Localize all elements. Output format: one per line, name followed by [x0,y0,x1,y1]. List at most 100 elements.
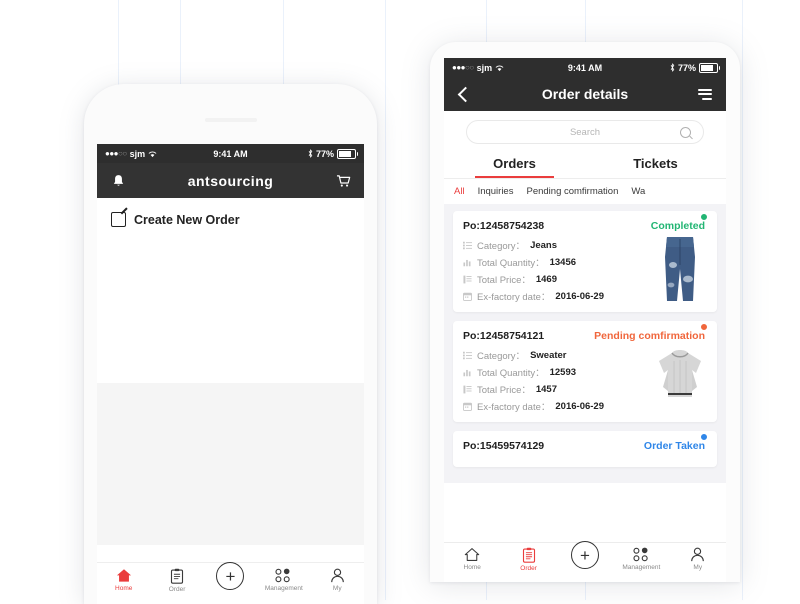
bell-icon[interactable] [109,172,127,190]
price-list-icon [463,385,472,393]
tab-management[interactable]: Management [257,568,310,592]
order-field-price-label: Total Price： [477,385,531,396]
content-placeholder-gray [97,383,364,545]
hamburger-icon [698,88,712,100]
wifi-icon [495,65,504,71]
filter-waiting[interactable]: Wa [631,186,645,197]
bluetooth-icon [670,63,675,72]
tab-management-label: Management [264,585,303,592]
tab-order[interactable]: Order [150,568,203,593]
status-badge-label: Pending comfirmation [594,330,705,342]
plus-icon[interactable]: + [570,541,599,569]
plus-icon[interactable]: + [216,562,245,590]
wifi-icon [148,151,157,157]
search-bar-container: Search [444,111,726,150]
carrier-label: sjm [129,148,146,159]
back-button[interactable] [456,85,474,103]
status-badge: Completed [650,213,708,232]
filter-all[interactable]: All [454,186,465,197]
clipboard-icon [171,568,184,584]
person-icon [691,547,705,562]
sweater-thumbnail [659,350,701,397]
clipboard-icon [522,547,535,563]
brand-logo: antsourcing [187,172,274,189]
grid-icon [275,568,291,583]
guide-line [742,0,743,600]
tab-my-label: My [332,585,342,592]
filter-pending-comfirmation[interactable]: Pending comfirmation [526,186,618,197]
order-card[interactable]: Po:12458754238 Completed Category： Jeans… [453,211,717,312]
signal-strength-icon: ●●●○○ [105,149,127,158]
right-app-bar: Order details [444,77,726,111]
order-field-category-value: Jeans [530,239,557,251]
bar-chart-icon [463,259,471,266]
clock-label: 9:41 AM [567,62,603,73]
grid-icon [633,547,648,562]
earpiece-speaker [204,118,257,122]
right-phone-frame: ●●●○○ sjm 9:41 AM 77% Order details Sear… [430,42,740,582]
price-list-icon [463,275,472,283]
left-phone-frame: ●●●○○ sjm 9:41 AM 77% antsourcing Create… [84,84,377,604]
signal-strength-icon: ●●●○○ [452,63,474,72]
status-badge-label: Order Taken [643,440,705,452]
tab-home[interactable]: Home [97,568,150,592]
order-field-date-label: Ex-factory date： [477,402,551,413]
search-icon[interactable] [680,126,691,138]
order-field-category-label: Category： [477,241,526,252]
tab-add[interactable]: + [204,562,257,590]
tab-tickets[interactable]: Tickets [585,150,726,178]
tab-my[interactable]: My [311,568,364,592]
tab-order-label: Order [168,586,186,593]
create-new-order-label: Create New Order [134,212,240,227]
filter-inquiries[interactable]: Inquiries [478,186,514,197]
guide-line [385,0,386,600]
tab-home[interactable]: Home [444,547,500,571]
page-title: Order details [541,86,629,102]
order-field-quantity-value: 12593 [549,366,577,378]
tab-orders[interactable]: Orders [444,150,585,178]
order-field-date-value: 2016-06-29 [555,400,604,412]
tab-my[interactable]: My [670,547,726,571]
search-placeholder: Search [569,126,601,138]
order-field-category-label: Category： [477,351,526,362]
tab-order[interactable]: Order [500,547,556,572]
order-po-number: Po:12458754238 [463,220,545,232]
search-input[interactable]: Search [466,120,704,144]
status-bar: ●●●○○ sjm 9:41 AM 77% [97,144,364,163]
bluetooth-icon [308,149,313,158]
battery-icon [337,148,358,159]
order-po-number: Po:15459574129 [463,440,545,452]
create-new-order-button[interactable]: Create New Order [97,198,364,241]
left-app-bar: antsourcing [97,163,364,198]
chevron-left-icon [457,86,473,102]
home-icon [464,548,480,561]
calendar-icon [463,402,472,411]
order-field-date-label: Ex-factory date： [477,292,551,303]
jeans-thumbnail [665,237,695,301]
filter-chips: All Inquiries Pending comfirmation Wa [444,179,726,204]
home-icon [116,569,131,582]
menu-button[interactable] [696,85,714,103]
tab-add[interactable]: + [557,541,613,569]
calendar-icon [463,292,472,301]
status-badge-label: Completed [650,220,705,232]
order-card[interactable]: Po:15459574129 Order Taken [453,431,717,467]
order-field-quantity-value: 13456 [549,256,577,268]
tab-home-label: Home [115,585,133,592]
order-list[interactable]: Po:12458754238 Completed Category： Jeans… [444,204,726,483]
order-field-price-value: 1457 [535,383,557,395]
content-placeholder-white [97,241,364,383]
left-bottom-tabbar: Home Order + Management My [97,562,364,604]
battery-percent-label: 77% [677,62,696,73]
order-card[interactable]: Po:12458754121 Pending comfirmation Cate… [453,321,717,422]
cart-icon[interactable] [334,172,352,190]
tab-order-label: Order [520,565,537,572]
status-dot-icon [700,323,708,331]
battery-icon [699,62,720,73]
right-phone-screen: ●●●○○ sjm 9:41 AM 77% Order details Sear… [444,58,726,582]
tab-home-label: Home [463,564,481,571]
order-field-quantity-label: Total Quantity： [477,368,545,379]
tab-management-label: Management [622,564,661,571]
status-badge: Order Taken [643,433,708,452]
tab-management[interactable]: Management [613,547,669,571]
